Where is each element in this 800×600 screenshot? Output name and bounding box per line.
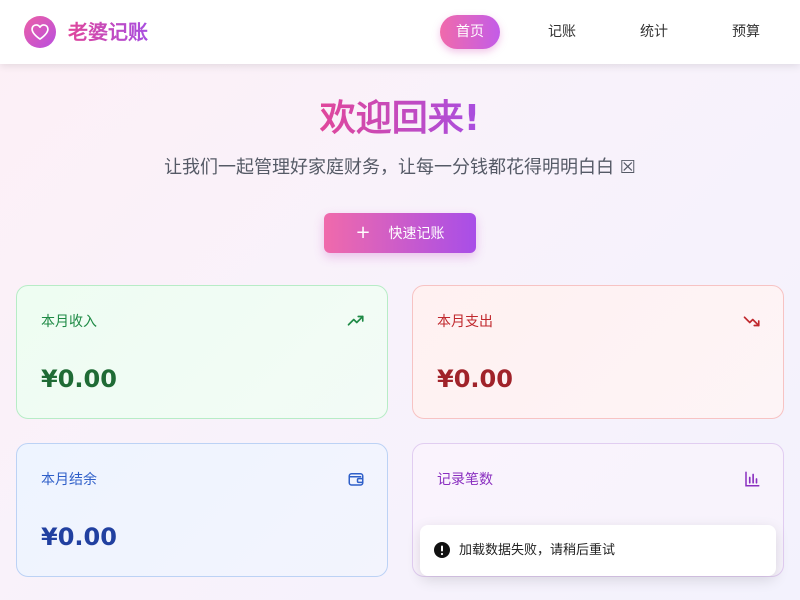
nav-item-budget[interactable]: 预算 <box>716 15 776 49</box>
error-toast[interactable]: 加载数据失败，请稍后重试 <box>420 525 776 576</box>
trending-down-icon <box>743 316 760 327</box>
income-value: ¥0.00 <box>41 365 117 393</box>
app-title[interactable]: 老婆记账 <box>68 19 148 45</box>
nav-item-record[interactable]: 记账 <box>532 15 592 49</box>
balance-value: ¥0.00 <box>41 523 117 551</box>
toast-message: 加载数据失败，请稍后重试 <box>459 543 616 558</box>
income-card: 本月收入 ¥0.00 <box>16 285 388 419</box>
balance-label: 本月结余 <box>41 472 97 488</box>
welcome-text: 欢迎回来! <box>319 98 481 139</box>
record-count-label: 记录笔数 <box>437 472 493 488</box>
navbar: 老婆记账 首页 记账 统计 预算 <box>0 0 800 64</box>
error-icon <box>434 542 450 558</box>
wallet-icon <box>348 473 364 486</box>
expense-label: 本月支出 <box>437 314 493 330</box>
balance-card: 本月结余 ¥0.00 <box>16 443 388 577</box>
welcome-subtitle: 让我们一起管理好家庭财务，让每一分钱都花得明明白白 ☒ <box>164 157 636 178</box>
plus-icon: + <box>355 222 371 243</box>
bar-chart-icon <box>745 471 760 487</box>
income-label: 本月收入 <box>41 314 97 330</box>
expense-card: 本月支出 ¥0.00 <box>412 285 784 419</box>
nav-item-statistics[interactable]: 统计 <box>624 15 684 49</box>
heart-icon <box>31 24 49 40</box>
logo[interactable] <box>24 16 56 48</box>
trending-up-icon <box>347 315 364 326</box>
quick-record-label: 快速记账 <box>388 226 445 242</box>
welcome-heading: 欢迎回来! <box>0 96 800 142</box>
expense-value: ¥0.00 <box>437 365 513 393</box>
nav-item-home[interactable]: 首页 <box>440 15 500 49</box>
quick-record-button[interactable]: + 快速记账 <box>324 213 476 253</box>
